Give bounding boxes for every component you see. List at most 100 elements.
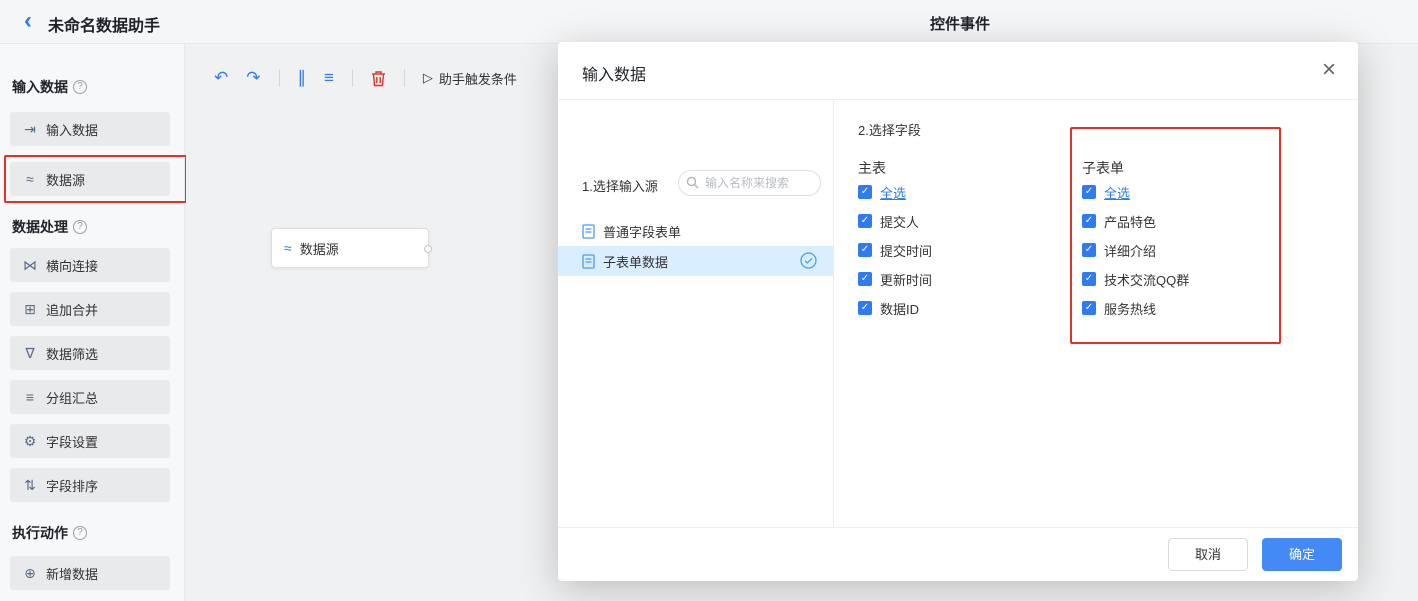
document-icon [582, 253, 595, 269]
settings-icon: ⚙ [23, 432, 37, 449]
sidebar-section-processing: 数据处理 ? [12, 218, 87, 236]
sidebar-item-field-sort[interactable]: ⇅ 字段排序 [10, 468, 170, 502]
source-item-label: 普通字段表单 [603, 224, 682, 240]
checkbox-field[interactable]: ✓ 技术交流QQ群 [1082, 271, 1190, 288]
undo-icon[interactable]: ↶ [214, 68, 228, 88]
source-item-subform-data[interactable]: 子表单数据 [558, 246, 833, 276]
sidebar: 输入数据 ? ⇥ 输入数据 ≈ 数据源 数据处理 ? ⋈ 横向连接 ⊞ 追加合并… [0, 44, 185, 601]
source-item-normal-form[interactable]: 普通字段表单 [558, 216, 833, 246]
help-icon[interactable]: ? [73, 220, 87, 234]
checkbox-icon[interactable]: ✓ [858, 214, 872, 228]
group-icon: ≡ [25, 389, 35, 405]
sidebar-item-append-merge[interactable]: ⊞ 追加合并 [10, 292, 170, 326]
field-label: 更新时间 [880, 272, 933, 288]
sidebar-item-label: 字段设置 [46, 434, 99, 450]
checkbox-icon[interactable]: ✓ [1082, 301, 1096, 315]
panel-divider [833, 100, 834, 527]
field-label: 技术交流QQ群 [1104, 272, 1190, 288]
sidebar-item-input-data[interactable]: ⇥ 输入数据 [10, 112, 170, 146]
sidebar-item-label: 新增数据 [46, 566, 99, 582]
help-icon[interactable]: ? [73, 526, 87, 540]
checkbox-field[interactable]: ✓ 产品特色 [1082, 213, 1157, 230]
node-connector-port[interactable] [424, 245, 432, 253]
help-icon[interactable]: ? [73, 80, 87, 94]
close-icon[interactable]: × [1322, 56, 1336, 84]
sidebar-item-label: 数据源 [46, 172, 86, 188]
select-all-label[interactable]: 全选 [1104, 183, 1130, 202]
source-heading: 1.选择输入源 [582, 179, 658, 194]
field-label: 详细介绍 [1104, 243, 1157, 259]
datasource-node-icon: ≈ [284, 240, 292, 256]
back-icon[interactable]: ‹ [24, 8, 32, 34]
sidebar-item-group-summary[interactable]: ≡ 分组汇总 [10, 380, 170, 414]
node-label: 数据源 [299, 241, 339, 257]
assistant-trigger-label: 助手触发条件 [438, 71, 517, 87]
checkbox-icon[interactable]: ✓ [1082, 214, 1096, 228]
confirm-button[interactable]: 确定 [1262, 538, 1342, 571]
header-center-title: 控件事件 [929, 16, 990, 33]
field-label: 数据ID [880, 301, 920, 317]
sidebar-section-actions: 执行动作 ? [12, 524, 87, 542]
source-item-label: 子表单数据 [603, 254, 669, 270]
checkbox-icon[interactable]: ✓ [858, 272, 872, 286]
checkbox-field[interactable]: ✓ 提交人 [858, 213, 920, 230]
sidebar-item-datasource[interactable]: ≈ 数据源 [10, 162, 170, 196]
checkbox-icon[interactable]: ✓ [1082, 243, 1096, 257]
document-icon [582, 223, 595, 239]
toolbar-separator [403, 69, 405, 87]
sidebar-item-add-data[interactable]: ⊕ 新增数据 [10, 556, 170, 590]
sidebar-item-label: 输入数据 [46, 122, 99, 138]
section-label: 数据处理 [12, 219, 68, 235]
field-label: 提交时间 [880, 243, 933, 259]
canvas-toolbar: ↶ ↷ ∥ ≡ ▷ 助手触发条件 [214, 62, 517, 94]
canvas-node-datasource[interactable]: ≈ 数据源 [271, 228, 432, 268]
sidebar-item-label: 字段排序 [46, 478, 99, 494]
sidebar-item-label: 追加合并 [46, 302, 99, 318]
checkbox-icon[interactable]: ✓ [858, 243, 872, 257]
sort-icon: ⇅ [24, 476, 36, 493]
sidebar-item-label: 横向连接 [46, 258, 99, 274]
checkbox-icon[interactable]: ✓ [858, 185, 872, 199]
checkbox-field[interactable]: ✓ 数据ID [858, 300, 920, 317]
checkbox-field[interactable]: ✓ 服务热线 [1082, 300, 1156, 317]
search-input[interactable] [678, 170, 821, 196]
checkbox-icon[interactable]: ✓ [1082, 272, 1096, 286]
checkbox-icon[interactable]: ✓ [1082, 185, 1096, 199]
field-label: 提交人 [880, 214, 920, 230]
checkbox-field[interactable]: ✓ 提交时间 [858, 242, 933, 259]
page-title: 未命名数据助手 [48, 18, 161, 35]
checkbox-field[interactable]: ✓ 更新时间 [858, 271, 933, 288]
field-label: 产品特色 [1104, 214, 1157, 230]
group-title-main-table: 主表 [858, 160, 886, 176]
redo-icon[interactable]: ↷ [246, 68, 260, 88]
source-panel: 1.选择输入源 普通字段表单 子表单数据 [558, 100, 833, 527]
delete-icon[interactable] [371, 70, 386, 87]
cancel-button[interactable]: 取消 [1168, 538, 1248, 571]
sidebar-item-horizontal-join[interactable]: ⋈ 横向连接 [10, 248, 170, 282]
toolbar-separator [278, 69, 280, 87]
join-icon: ⋈ [23, 256, 37, 273]
checkbox-select-all-main[interactable]: ✓ 全选 [858, 183, 906, 202]
modal-footer: 取消 确定 [558, 527, 1358, 581]
sidebar-item-data-filter[interactable]: ∇ 数据筛选 [10, 336, 170, 370]
align-horizontal-icon[interactable]: ≡ [324, 68, 334, 88]
append-icon: ⊞ [24, 300, 36, 317]
checkbox-field[interactable]: ✓ 详细介绍 [1082, 242, 1157, 259]
section-label: 执行动作 [12, 525, 68, 541]
select-all-label[interactable]: 全选 [880, 183, 906, 202]
group-title-subform: 子表单 [1082, 160, 1124, 176]
assistant-trigger-button[interactable]: ▷ 助手触发条件 [423, 69, 517, 88]
checkbox-select-all-subform[interactable]: ✓ 全选 [1082, 183, 1130, 202]
sidebar-item-label: 分组汇总 [46, 390, 99, 406]
sidebar-item-label: 数据筛选 [46, 346, 99, 362]
checkbox-icon[interactable]: ✓ [858, 301, 872, 315]
fields-heading: 2.选择字段 [858, 123, 921, 138]
modal-header: 输入数据 × [558, 42, 1358, 100]
align-vertical-icon[interactable]: ∥ [298, 68, 307, 88]
datasource-icon: ≈ [26, 171, 34, 187]
sidebar-section-input: 输入数据 ? [12, 78, 87, 96]
modal-title: 输入数据 [582, 67, 647, 84]
sidebar-item-field-settings[interactable]: ⚙ 字段设置 [10, 424, 170, 458]
selected-check-icon [800, 252, 817, 272]
play-icon: ▷ [422, 70, 433, 85]
